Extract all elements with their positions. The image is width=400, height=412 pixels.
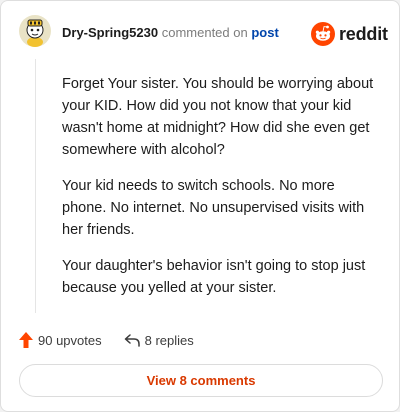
view-comments-button[interactable]: View 8 comments (19, 364, 383, 397)
brand-name: reddit (339, 23, 388, 44)
comment-body: Forget Your sister. You should be worryi… (62, 73, 380, 313)
post-link[interactable]: post (251, 25, 278, 40)
avatar[interactable] (19, 15, 51, 47)
comment-paragraph: Forget Your sister. You should be worryi… (62, 76, 374, 158)
comment-paragraph: Your kid needs to switch schools. No mor… (62, 178, 365, 238)
thread-line[interactable] (35, 59, 36, 313)
action-bar: 90 upvotes 8 replies (19, 331, 194, 349)
upvote-count: 90 upvotes (38, 332, 102, 348)
reddit-logo[interactable]: reddit (311, 21, 388, 47)
upvote-icon (19, 332, 33, 348)
reddit-logo-icon (311, 22, 335, 46)
reply-icon (124, 334, 140, 347)
comment-paragraph: Your daughter's behavior isn't going to … (62, 258, 366, 296)
action-text: commented on (161, 25, 248, 40)
comment-header: Dry-Spring5230 commented on post (62, 24, 279, 42)
username[interactable]: Dry-Spring5230 (62, 25, 158, 40)
upvote-button[interactable]: 90 upvotes (19, 332, 102, 348)
reply-count: 8 replies (144, 332, 194, 348)
comment-card: Dry-Spring5230 commented on post reddit … (0, 0, 400, 412)
reply-button[interactable]: 8 replies (124, 333, 194, 348)
